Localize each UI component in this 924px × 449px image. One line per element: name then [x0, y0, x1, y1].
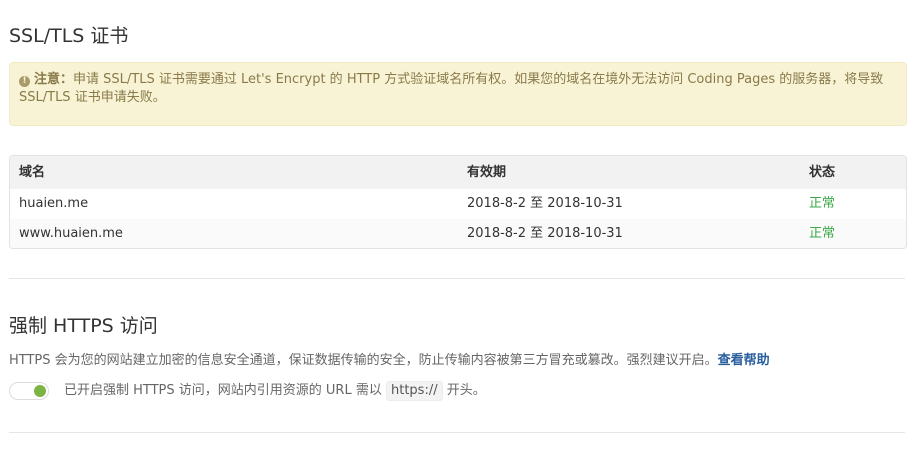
toggle-text-after: 开头。: [446, 383, 486, 398]
cell-status: 正常: [809, 226, 836, 241]
section-divider: [9, 278, 905, 279]
help-link[interactable]: 查看帮助: [718, 353, 770, 368]
table-row: www.huaien.me 2018-8-2 至 2018-10-31 正常: [10, 219, 906, 248]
cell-validity: 2018-8-2 至 2018-10-31: [467, 196, 623, 211]
ssl-warning-notice: ! 注意：申请 SSL/TLS 证书需要通过 Let's Encrypt 的 HT…: [9, 62, 907, 126]
section-divider: [9, 432, 905, 433]
warning-label: 注意：: [34, 72, 74, 87]
cell-status: 正常: [809, 196, 836, 211]
cell-domain: huaien.me: [19, 196, 89, 211]
table-header-row: 域名 有效期 状态: [10, 156, 906, 189]
certificate-table: 域名 有效期 状态 huaien.me 2018-8-2 至 2018-10-3…: [9, 155, 907, 249]
toggle-knob: [34, 385, 46, 397]
cell-domain: www.huaien.me: [19, 226, 123, 241]
https-prefix-code: https://: [385, 381, 443, 401]
cell-validity: 2018-8-2 至 2018-10-31: [467, 226, 623, 241]
https-description: HTTPS 会为您的网站建立加密的信息安全通道，保证数据传输的安全，防止传输内容…: [9, 352, 770, 370]
column-header-status: 状态: [809, 165, 836, 180]
force-https-toggle[interactable]: [9, 382, 49, 400]
toggle-text-before: 已开启强制 HTTPS 访问，网站内引用资源的 URL 需以: [64, 383, 382, 398]
exclamation-circle-icon: !: [19, 76, 30, 87]
ssl-section-title: SSL/TLS 证书: [9, 25, 129, 47]
https-section-title: 强制 HTTPS 访问: [9, 315, 158, 337]
table-row: huaien.me 2018-8-2 至 2018-10-31 正常: [10, 189, 906, 219]
warning-text: 申请 SSL/TLS 证书需要通过 Let's Encrypt 的 HTTP 方…: [19, 72, 884, 105]
column-header-validity: 有效期: [467, 165, 507, 180]
column-header-domain: 域名: [19, 165, 46, 180]
https-description-text: HTTPS 会为您的网站建立加密的信息安全通道，保证数据传输的安全，防止传输内容…: [9, 353, 718, 368]
force-https-status: 已开启强制 HTTPS 访问，网站内引用资源的 URL 需以 https:// …: [64, 380, 486, 402]
